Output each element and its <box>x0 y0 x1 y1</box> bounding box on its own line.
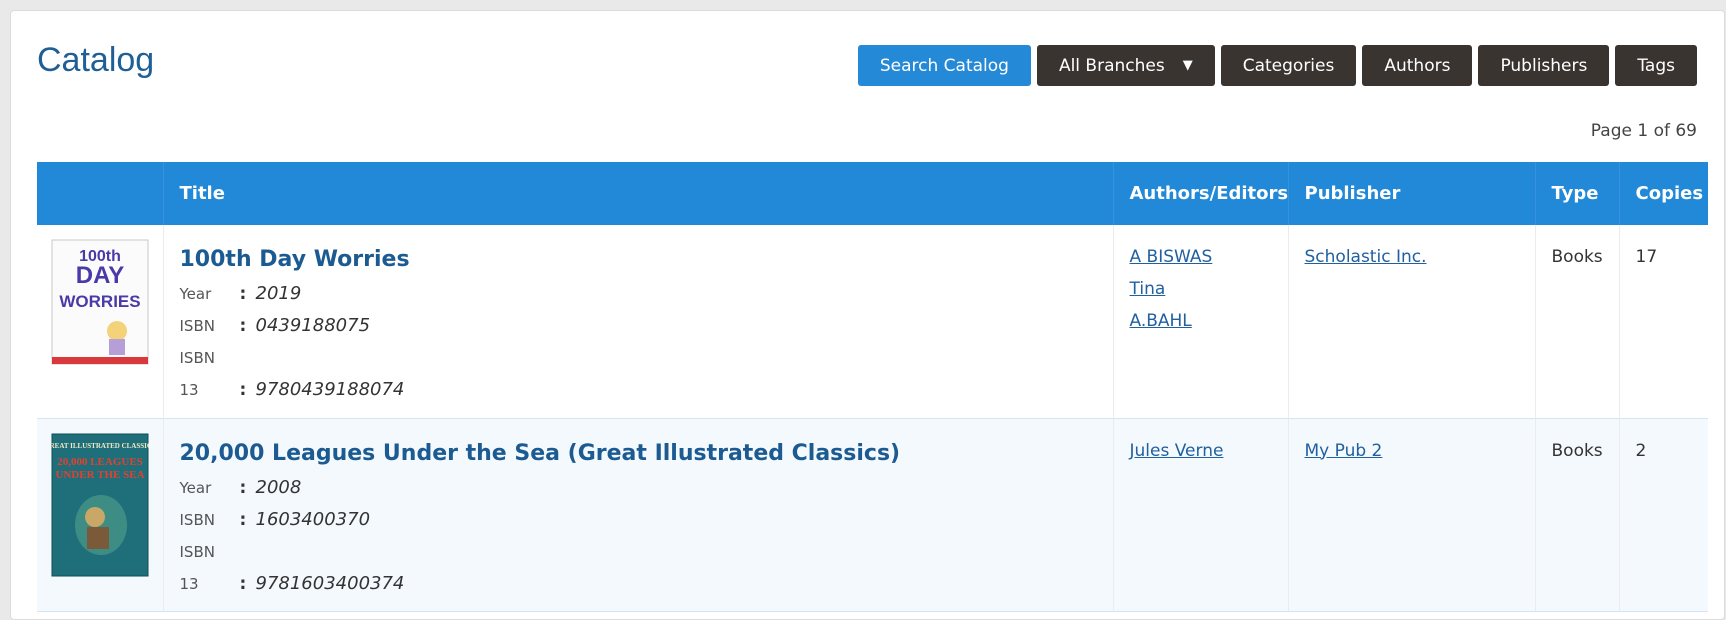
title-cell: 20,000 Leagues Under the Sea (Great Illu… <box>163 418 1114 612</box>
table-row: GREAT ILLUSTRATED CLASSICS 20,000 LEAGUE… <box>37 418 1708 612</box>
author-link[interactable]: A.BAHL <box>1130 305 1272 337</box>
branches-dropdown[interactable]: All Branches ▼ <box>1036 45 1215 86</box>
copies-cell: 17 <box>1619 225 1708 419</box>
isbn13-label: ISBN 13 <box>179 349 215 399</box>
page-title: Catalog <box>37 41 155 79</box>
publishers-button[interactable]: Publishers <box>1478 45 1610 86</box>
type-cell: Books <box>1535 225 1620 419</box>
cover-cell: GREAT ILLUSTRATED CLASSICS 20,000 LEAGUE… <box>37 418 164 612</box>
book-meta: Year : 2008 ISBN : 1603400370 ISBN 13 : 9… <box>180 472 1097 600</box>
page-info: Page 1 of 69 <box>1590 121 1697 141</box>
year-value: 2019 <box>255 283 302 304</box>
col-header-publisher[interactable]: Publisher <box>1288 162 1536 225</box>
col-header-title[interactable]: Title <box>163 162 1114 225</box>
book-cover-image[interactable]: 100th DAY WORRIES <box>51 239 149 365</box>
isbn13-label: ISBN 13 <box>179 542 215 593</box>
col-header-type[interactable]: Type <box>1535 162 1620 225</box>
type-cell: Books <box>1535 418 1620 612</box>
author-link[interactable]: A BISWAS <box>1130 241 1272 273</box>
catalog-table: Title Authors/Editors Publisher Type Cop… <box>37 162 1708 612</box>
caret-down-icon: ▼ <box>1182 58 1193 73</box>
author-link[interactable]: Jules Verne <box>1130 435 1272 467</box>
book-meta: Year : 2019 ISBN : 0439188075 ISBN 13 : 9… <box>180 278 1097 406</box>
publisher-link[interactable]: Scholastic Inc. <box>1305 241 1519 273</box>
col-header-copies[interactable]: Copies <box>1619 162 1708 225</box>
authors-cell: Jules Verne <box>1113 418 1289 612</box>
author-link[interactable]: Tina <box>1130 273 1272 305</box>
title-cell: 100th Day Worries Year : 2019 ISBN : 043… <box>163 225 1114 419</box>
svg-text:DAY: DAY <box>76 262 124 289</box>
book-title-link[interactable]: 20,000 Leagues Under the Sea (Great Illu… <box>180 441 901 466</box>
publisher-cell: My Pub 2 <box>1288 418 1536 612</box>
cover-cell: 100th DAY WORRIES <box>37 225 164 419</box>
year-label: Year <box>179 478 212 497</box>
year-value: 2008 <box>255 476 302 498</box>
search-catalog-button[interactable]: Search Catalog <box>857 45 1031 86</box>
toolbar: Search Catalog All Branches ▼ Categories… <box>857 45 1697 86</box>
svg-text:WORRIES: WORRIES <box>59 292 140 311</box>
categories-button[interactable]: Categories <box>1220 45 1357 86</box>
svg-text:GREAT ILLUSTRATED CLASSICS: GREAT ILLUSTRATED CLASSICS <box>51 442 149 450</box>
book-title-link[interactable]: 100th Day Worries <box>180 247 410 272</box>
tags-button[interactable]: Tags <box>1615 45 1697 86</box>
svg-text:20,000 LEAGUES: 20,000 LEAGUES <box>57 456 143 468</box>
isbn13-value: 9781603400374 <box>255 572 405 594</box>
svg-text:UNDER THE SEA: UNDER THE SEA <box>55 469 144 481</box>
isbn-value: 1603400370 <box>255 508 371 530</box>
publisher-link[interactable]: My Pub 2 <box>1305 435 1519 467</box>
catalog-panel: Catalog Search Catalog All Branches ▼ Ca… <box>10 10 1725 620</box>
col-header-authors[interactable]: Authors/Editors <box>1113 162 1289 225</box>
publisher-cell: Scholastic Inc. <box>1288 225 1536 419</box>
branches-label: All Branches <box>1058 55 1165 76</box>
isbn-label: ISBN <box>179 510 215 529</box>
table-row: 100th DAY WORRIES 100th Day Worries Year… <box>37 225 1708 419</box>
authors-button[interactable]: Authors <box>1362 45 1473 86</box>
isbn-label: ISBN <box>179 317 215 335</box>
table-header-row: Title Authors/Editors Publisher Type Cop… <box>37 162 1708 225</box>
book-cover-image[interactable]: GREAT ILLUSTRATED CLASSICS 20,000 LEAGUE… <box>44 433 156 577</box>
authors-cell: A BISWAS Tina A.BAHL <box>1113 225 1289 419</box>
isbn13-value: 9780439188074 <box>255 379 405 400</box>
col-header-cover <box>37 162 164 225</box>
year-label: Year <box>179 285 212 303</box>
isbn-value: 0439188075 <box>255 315 371 336</box>
copies-cell: 2 <box>1619 418 1708 612</box>
